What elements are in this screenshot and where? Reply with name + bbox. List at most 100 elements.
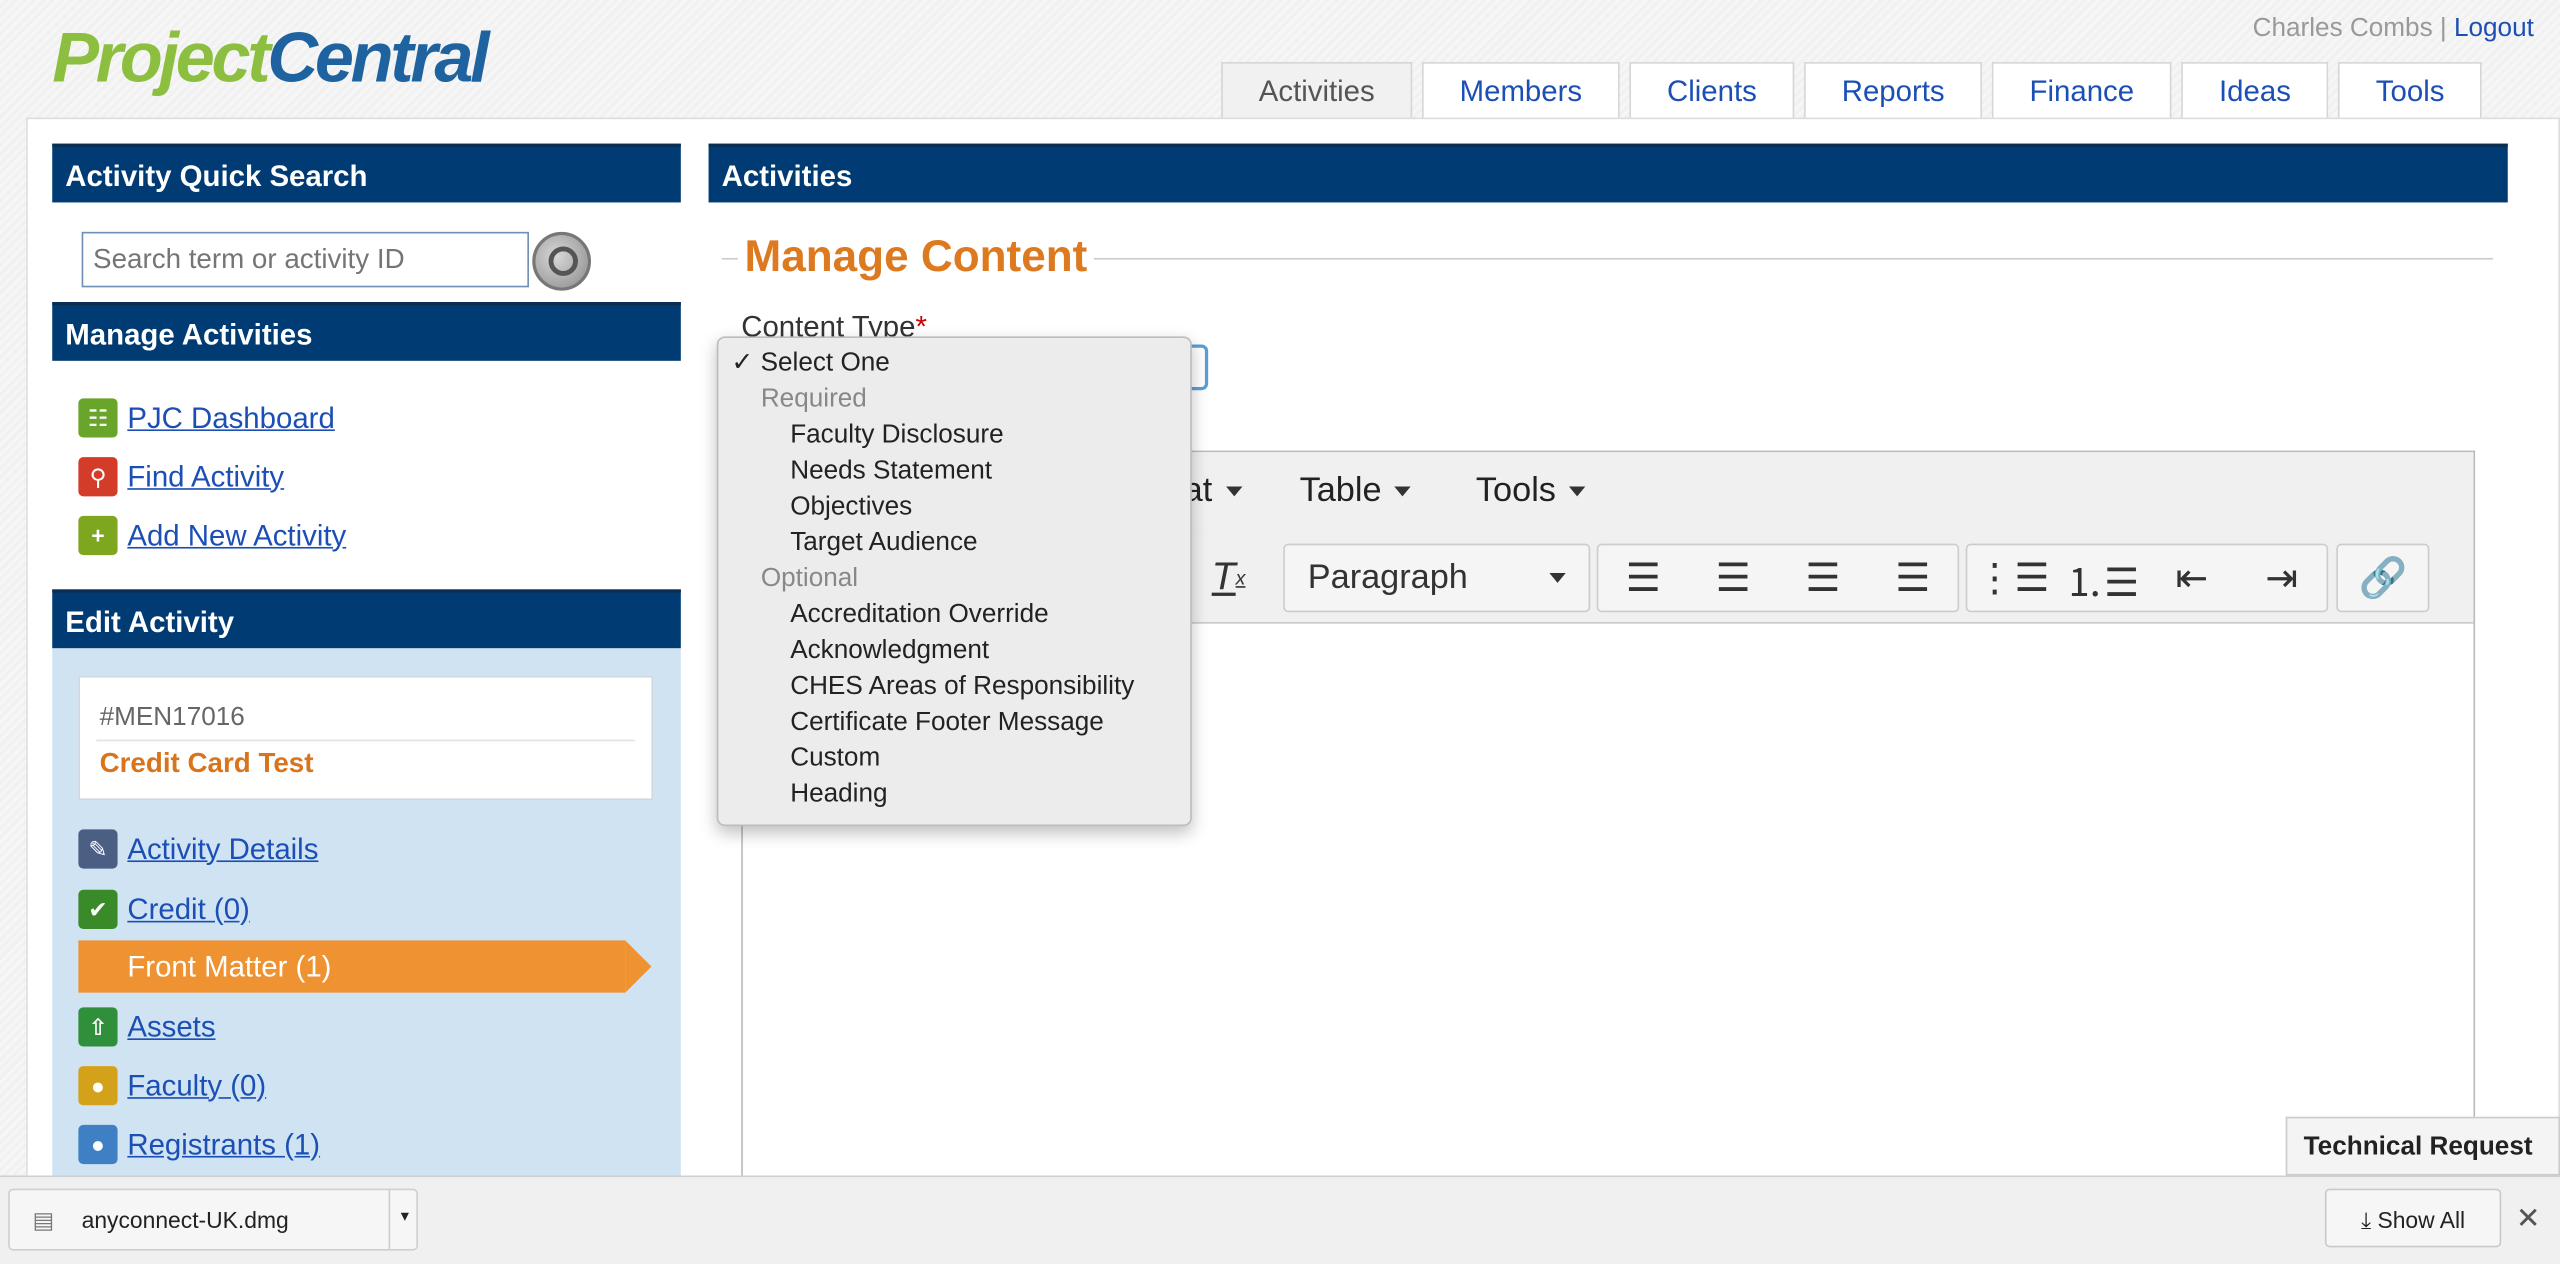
technical-request-button[interactable]: Technical Request <box>2285 1116 2560 1176</box>
chevron-down-icon <box>1569 487 1586 498</box>
tab-clients[interactable]: Clients <box>1629 62 1795 118</box>
menu-table[interactable]: Table <box>1300 472 1411 511</box>
sidebar-item-label[interactable]: Assets <box>127 1010 215 1044</box>
tab-ideas[interactable]: Ideas <box>2181 62 2329 118</box>
chevron-down-icon[interactable]: ▾ <box>388 1190 420 1249</box>
paragraph-label: Paragraph <box>1307 558 1468 596</box>
edit-activity-header: Edit Activity <box>52 589 681 649</box>
option-label: Select One <box>760 349 890 378</box>
person-icon: ● <box>78 1066 118 1106</box>
quick-search-title: Activity Quick Search <box>52 143 681 203</box>
link-group: 🔗 <box>2336 543 2430 613</box>
user-bar: Charles Combs | Logout <box>2253 15 2534 44</box>
logout-link[interactable]: Logout <box>2454 15 2534 43</box>
option-item[interactable]: Target Audience <box>718 526 977 562</box>
close-icon[interactable]: ✕ <box>2516 1202 2541 1236</box>
option-item[interactable]: Objectives <box>718 490 912 526</box>
menu-format[interactable]: at <box>1184 472 1242 511</box>
tab-tools[interactable]: Tools <box>2338 62 2482 118</box>
outdent-icon[interactable]: ⇤ <box>2147 545 2237 610</box>
plus-icon: + <box>78 515 118 556</box>
align-right-icon[interactable]: ☰ <box>1778 545 1868 610</box>
sidebar-item-label[interactable]: Registrants (1) <box>127 1127 320 1161</box>
activity-card: #MEN17016 Credit Card Test <box>78 675 654 800</box>
search-icon[interactable] <box>532 231 592 291</box>
sidebar-item-registrants[interactable]: ● Registrants (1) <box>78 1122 320 1168</box>
clear-format-icon[interactable]: Tx <box>1184 544 1274 613</box>
search-input[interactable] <box>81 231 529 288</box>
sidebar-item-assets[interactable]: ⇧ Assets <box>78 1004 216 1050</box>
activity-id: #MEN17016 <box>99 703 245 732</box>
menu-tools[interactable]: Tools <box>1476 472 1586 511</box>
section-title: Manage Content <box>737 231 1094 283</box>
checkmark-icon: ✔ <box>78 889 118 929</box>
option-item[interactable]: Certificate Footer Message <box>718 705 1104 741</box>
align-group: ☰ ☰ ☰ ☰ <box>1596 543 1960 613</box>
content-type-dropdown: ✓ Select One Required Faculty Disclosure… <box>716 336 1192 827</box>
download-icon: ⤓ <box>2360 1206 2372 1233</box>
align-center-icon[interactable]: ☰ <box>1688 545 1778 610</box>
tab-finance[interactable]: Finance <box>1991 62 2172 118</box>
tab-reports[interactable]: Reports <box>1804 62 1983 118</box>
block-format-group: Paragraph <box>1283 543 1591 613</box>
divider <box>96 739 636 742</box>
sidebar-item-activity-details[interactable]: ✎ Activity Details <box>78 826 318 872</box>
user-separator: | <box>2439 14 2447 43</box>
logo[interactable]: ProjectCentral <box>52 16 489 101</box>
tab-members[interactable]: Members <box>1422 62 1620 118</box>
person-icon: ● <box>78 1124 118 1165</box>
sidebar-item-dashboard[interactable]: ☷ PJC Dashboard <box>78 395 335 441</box>
sidebar-item-label[interactable]: PJC Dashboard <box>127 401 334 435</box>
logo-part2: Central <box>267 19 489 98</box>
main-nav-tabs: Activities Members Clients Reports Finan… <box>1221 62 2482 118</box>
sidebar-item-label[interactable]: Find Activity <box>127 460 284 494</box>
show-all-label: Show All <box>2377 1206 2466 1233</box>
magnifier-icon: ⚲ <box>78 457 118 497</box>
activity-name: Credit Card Test <box>99 747 314 779</box>
option-item[interactable]: Custom <box>718 741 880 777</box>
align-left-icon[interactable]: ☰ <box>1598 545 1688 610</box>
option-select-one[interactable]: ✓ Select One <box>718 346 889 382</box>
download-bar: ▤ anyconnect-UK.dmg ▾ ⤓ Show All ✕ <box>0 1175 2560 1264</box>
clear-format-group: Tx <box>1184 544 1274 613</box>
main-title: Activities <box>708 143 2508 203</box>
download-filename: anyconnect-UK.dmg <box>81 1206 289 1233</box>
numbered-list-icon[interactable]: ⒈☰ <box>2057 545 2147 610</box>
chevron-down-icon <box>1394 487 1411 498</box>
option-item[interactable]: Accreditation Override <box>718 598 1048 634</box>
sidebar-item-find-activity[interactable]: ⚲ Find Activity <box>78 454 284 500</box>
edit-activity-title: Edit Activity <box>52 589 681 649</box>
link-icon[interactable]: 🔗 <box>2338 545 2428 610</box>
bullet-list-icon[interactable]: ⋮☰ <box>1967 545 2057 610</box>
paragraph-select[interactable]: Paragraph <box>1285 545 1589 610</box>
table-icon: ☷ <box>78 398 118 438</box>
menu-table-label: Table <box>1299 471 1382 510</box>
option-item[interactable]: Faculty Disclosure <box>718 418 1003 454</box>
option-item[interactable]: Needs Statement <box>718 454 992 490</box>
download-item[interactable]: ▤ anyconnect-UK.dmg ▾ <box>8 1188 420 1251</box>
manage-activities-title: Manage Activities <box>52 302 681 361</box>
sidebar-item-label[interactable]: Credit (0) <box>127 892 249 926</box>
option-item[interactable]: Heading <box>718 777 887 813</box>
sidebar-item-front-matter[interactable]: Front Matter (1) <box>78 940 652 993</box>
sidebar-item-label[interactable]: Add New Activity <box>127 518 346 552</box>
align-justify-icon[interactable]: ☰ <box>1868 545 1958 610</box>
option-item[interactable]: CHES Areas of Responsibility <box>718 669 1134 705</box>
chevron-down-icon <box>1225 487 1242 498</box>
tab-activities[interactable]: Activities <box>1221 62 1413 118</box>
list-group: ⋮☰ ⒈☰ ⇤ ⇥ <box>1965 543 2329 613</box>
manage-activities-panel: Manage Activities <box>52 302 681 361</box>
sidebar-item-faculty[interactable]: ● Faculty (0) <box>78 1063 266 1109</box>
sidebar-item-add-activity[interactable]: + Add New Activity <box>78 513 346 559</box>
sidebar-item-credit[interactable]: ✔ Credit (0) <box>78 887 250 933</box>
checkmark-icon: ✓ <box>731 349 754 378</box>
indent-icon[interactable]: ⇥ <box>2237 545 2327 610</box>
sidebar-item-label[interactable]: Faculty (0) <box>127 1069 266 1103</box>
optgroup-optional: Optional <box>760 564 859 593</box>
sidebar-item-label[interactable]: Activity Details <box>127 832 318 866</box>
file-icon: ▤ <box>32 1206 55 1233</box>
show-all-button[interactable]: ⤓ Show All <box>2324 1188 2502 1248</box>
user-name: Charles Combs <box>2252 14 2433 43</box>
upload-icon: ⇧ <box>78 1007 118 1047</box>
option-item[interactable]: Acknowledgment <box>718 633 989 669</box>
